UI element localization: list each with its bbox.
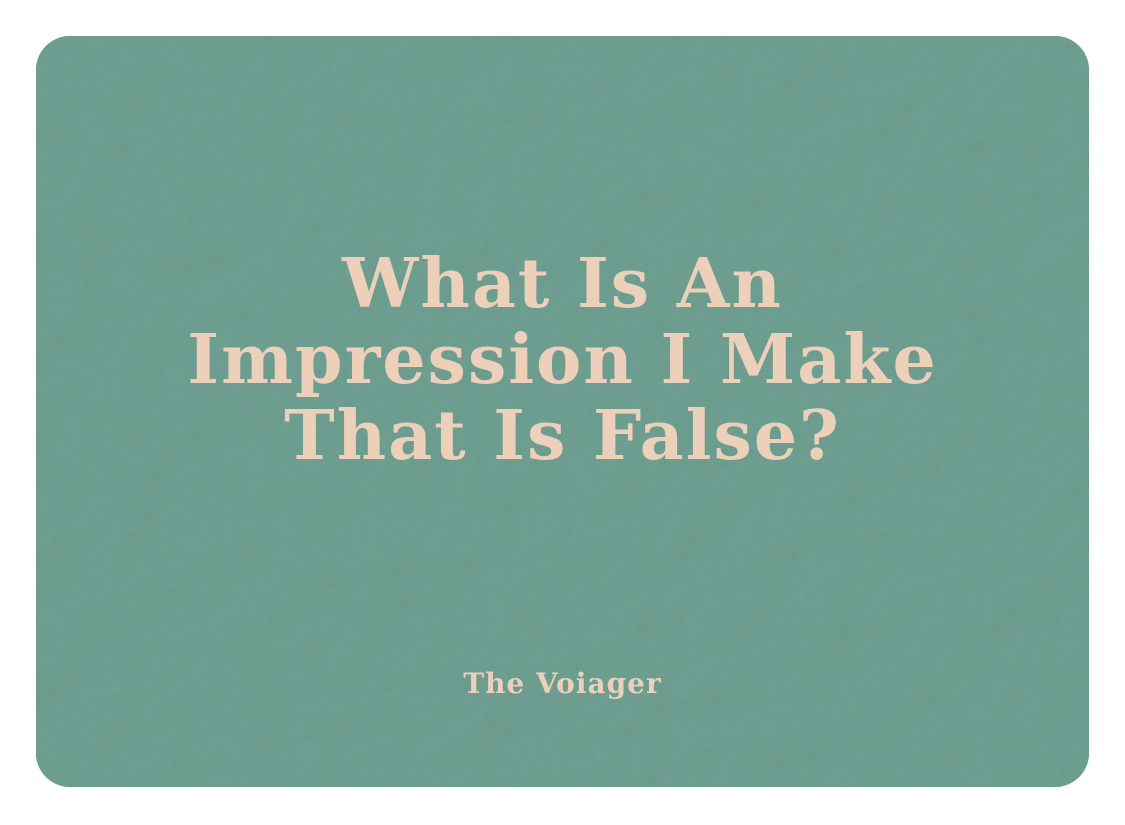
title-line-1: What Is An: [342, 244, 783, 324]
quote-card: What Is An Impression I Make That Is Fal…: [36, 36, 1089, 787]
title-line-3: That Is False?: [284, 396, 841, 476]
title-line-2: Impression I Make: [187, 320, 938, 400]
author-name: The Voiager: [463, 667, 662, 700]
quote-title: What Is An Impression I Make That Is Fal…: [36, 246, 1089, 474]
card-content: What Is An Impression I Make That Is Fal…: [36, 36, 1089, 787]
